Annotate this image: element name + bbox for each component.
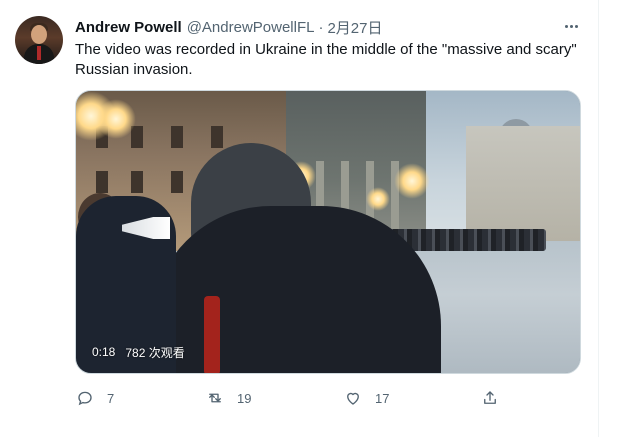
- retweet-icon: [205, 388, 225, 408]
- street-lamp-glow: [366, 187, 390, 211]
- more-dot: [574, 24, 578, 28]
- share-button[interactable]: [480, 386, 500, 410]
- timeline-right-border: [598, 0, 599, 437]
- share-icon: [480, 388, 500, 408]
- reply-count: 7: [107, 390, 115, 406]
- header-separator: ·: [318, 18, 324, 36]
- video-duration: 0:18: [92, 345, 116, 359]
- video-building-right: [466, 126, 580, 241]
- video-frame: [76, 91, 580, 373]
- retweet-count: 19: [237, 390, 252, 406]
- author-handle[interactable]: @AndrewPowellFL: [187, 19, 315, 36]
- video-info-overlay: 0:18 782 次观看: [88, 341, 189, 363]
- heart-icon: [343, 388, 363, 408]
- building-window: [171, 171, 183, 193]
- tweet-card[interactable]: Andrew Powell @AndrewPowellFL · 2月27日 Th…: [0, 0, 598, 437]
- tweet-text: The video was recorded in Ukraine in the…: [75, 41, 577, 78]
- more-dot: [564, 24, 568, 28]
- video-backpack-strap: [204, 296, 220, 373]
- more-options-icon[interactable]: [561, 17, 581, 35]
- reply-icon: [75, 388, 95, 408]
- video-view-count: 782 次观看: [125, 345, 185, 360]
- video-player[interactable]: 0:18 782 次观看: [75, 90, 581, 374]
- building-window: [96, 171, 108, 193]
- app-frame: Andrew Powell @AndrewPowellFL · 2月27日 Th…: [0, 0, 621, 437]
- building-window: [171, 126, 183, 148]
- tweet-actions: 7 19 17: [75, 386, 581, 410]
- user-avatar[interactable]: [15, 16, 63, 64]
- like-count: 17: [375, 390, 390, 406]
- building-window: [211, 126, 223, 148]
- author-display-name[interactable]: Andrew Powell: [75, 19, 182, 36]
- tweet-date[interactable]: 2月27日: [327, 17, 382, 38]
- building-window: [131, 171, 143, 193]
- avatar-face: [31, 25, 47, 44]
- tweet-header: Andrew Powell @AndrewPowellFL · 2月27日: [75, 17, 383, 37]
- reply-button[interactable]: 7: [75, 386, 114, 410]
- more-dot: [569, 24, 573, 28]
- avatar-tie: [37, 46, 41, 60]
- like-button[interactable]: 17: [343, 386, 389, 410]
- retweet-button[interactable]: 19: [205, 386, 251, 410]
- street-lamp-glow: [96, 99, 136, 139]
- street-lamp-glow: [394, 163, 430, 199]
